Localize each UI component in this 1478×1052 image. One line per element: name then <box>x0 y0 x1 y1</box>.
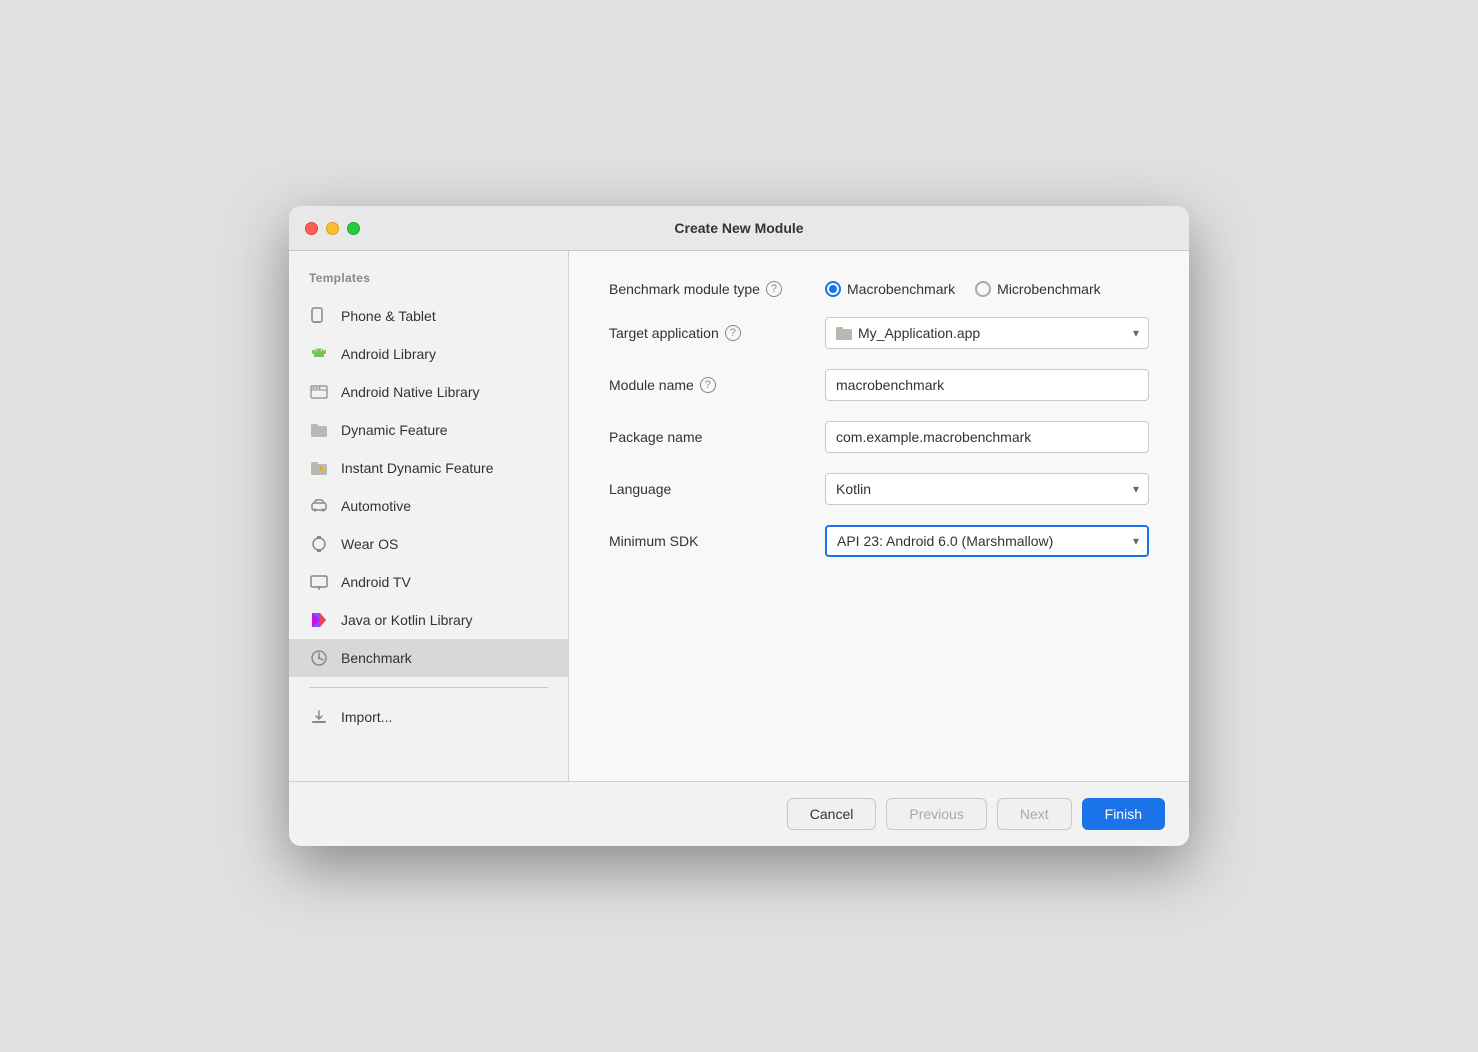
main-panel: Benchmark module type ? Macrobenchmark M… <box>569 251 1189 781</box>
sidebar-item-label: Instant Dynamic Feature <box>341 460 494 476</box>
sidebar-item-dynamic-feature[interactable]: Dynamic Feature <box>289 411 568 449</box>
language-row: Language Kotlin Java ▾ <box>609 473 1149 505</box>
import-icon <box>309 707 329 727</box>
sidebar-item-label: Benchmark <box>341 650 412 666</box>
finish-button[interactable]: Finish <box>1082 798 1165 830</box>
target-app-help-icon[interactable]: ? <box>725 325 741 341</box>
language-select[interactable]: Kotlin Java <box>825 473 1149 505</box>
wear-os-icon <box>309 534 329 554</box>
android-library-icon <box>309 344 329 364</box>
benchmark-type-radio-group: Macrobenchmark Microbenchmark <box>825 281 1101 297</box>
kotlin-library-icon <box>309 610 329 630</box>
close-button[interactable] <box>305 222 318 235</box>
target-application-row: Target application ? My_Application.app … <box>609 317 1149 349</box>
sidebar-item-label: Android Library <box>341 346 436 362</box>
automotive-icon <box>309 496 329 516</box>
sidebar-item-label: Phone & Tablet <box>341 308 436 324</box>
macrobenchmark-radio-inner <box>829 285 837 293</box>
sidebar-item-label: Android Native Library <box>341 384 480 400</box>
minimize-button[interactable] <box>326 222 339 235</box>
sidebar-item-android-library[interactable]: Android Library <box>289 335 568 373</box>
minimum-sdk-select[interactable]: API 23: Android 6.0 (Marshmallow) API 21… <box>825 525 1149 557</box>
package-name-input[interactable] <box>825 421 1149 453</box>
sidebar-item-label: Wear OS <box>341 536 398 552</box>
instant-dynamic-icon <box>309 458 329 478</box>
sidebar-item-label: Automotive <box>341 498 411 514</box>
minimum-sdk-label: Minimum SDK <box>609 533 809 549</box>
create-new-module-dialog: Create New Module Templates Phone & Tabl… <box>289 206 1189 846</box>
title-bar: Create New Module <box>289 206 1189 251</box>
phone-tablet-icon <box>309 306 329 326</box>
microbenchmark-radio-outer <box>975 281 991 297</box>
module-name-input[interactable] <box>825 369 1149 401</box>
sidebar-item-phone-tablet[interactable]: Phone & Tablet <box>289 297 568 335</box>
macrobenchmark-radio[interactable]: Macrobenchmark <box>825 281 955 297</box>
window-controls <box>305 222 360 235</box>
sidebar-item-benchmark[interactable]: Benchmark <box>289 639 568 677</box>
language-label: Language <box>609 481 809 497</box>
package-name-row: Package name <box>609 421 1149 453</box>
sidebar-item-kotlin-library[interactable]: Java or Kotlin Library <box>289 601 568 639</box>
module-name-label: Module name ? <box>609 377 809 393</box>
macrobenchmark-radio-outer <box>825 281 841 297</box>
minimum-sdk-row: Minimum SDK API 23: Android 6.0 (Marshma… <box>609 525 1149 557</box>
benchmark-help-icon[interactable]: ? <box>766 281 782 297</box>
minimum-sdk-select-wrapper: API 23: Android 6.0 (Marshmallow) API 21… <box>825 525 1149 557</box>
next-button[interactable]: Next <box>997 798 1072 830</box>
dialog-title: Create New Module <box>674 220 803 236</box>
sidebar-item-label: Java or Kotlin Library <box>341 612 473 628</box>
language-select-wrapper: Kotlin Java ▾ <box>825 473 1149 505</box>
sidebar-item-automotive[interactable]: Automotive <box>289 487 568 525</box>
sidebar-item-android-tv[interactable]: Android TV <box>289 563 568 601</box>
cancel-button[interactable]: Cancel <box>787 798 877 830</box>
android-tv-icon <box>309 572 329 592</box>
previous-button[interactable]: Previous <box>886 798 986 830</box>
sidebar-header: Templates <box>289 271 568 297</box>
sidebar-item-instant-dynamic[interactable]: Instant Dynamic Feature <box>289 449 568 487</box>
benchmark-module-type-label: Benchmark module type ? <box>609 281 809 297</box>
native-library-icon <box>309 382 329 402</box>
target-application-label: Target application ? <box>609 325 809 341</box>
benchmark-module-type-row: Benchmark module type ? Macrobenchmark M… <box>609 281 1149 297</box>
sidebar-item-label: Import... <box>341 709 392 725</box>
module-name-row: Module name ? <box>609 369 1149 401</box>
sidebar-item-import[interactable]: Import... <box>289 698 568 736</box>
target-application-select[interactable]: My_Application.app <box>825 317 1149 349</box>
benchmark-icon <box>309 648 329 668</box>
sidebar-divider <box>309 687 548 688</box>
package-name-label: Package name <box>609 429 809 445</box>
maximize-button[interactable] <box>347 222 360 235</box>
sidebar: Templates Phone & Tablet <box>289 251 569 781</box>
microbenchmark-radio[interactable]: Microbenchmark <box>975 281 1100 297</box>
sidebar-item-label: Dynamic Feature <box>341 422 448 438</box>
sidebar-item-android-native[interactable]: Android Native Library <box>289 373 568 411</box>
dialog-body: Templates Phone & Tablet <box>289 251 1189 781</box>
sidebar-item-wear-os[interactable]: Wear OS <box>289 525 568 563</box>
target-app-wrapper: My_Application.app ▾ <box>825 317 1149 349</box>
sidebar-item-label: Android TV <box>341 574 411 590</box>
dynamic-feature-icon <box>309 420 329 440</box>
dialog-footer: Cancel Previous Next Finish <box>289 781 1189 846</box>
module-name-help-icon[interactable]: ? <box>700 377 716 393</box>
